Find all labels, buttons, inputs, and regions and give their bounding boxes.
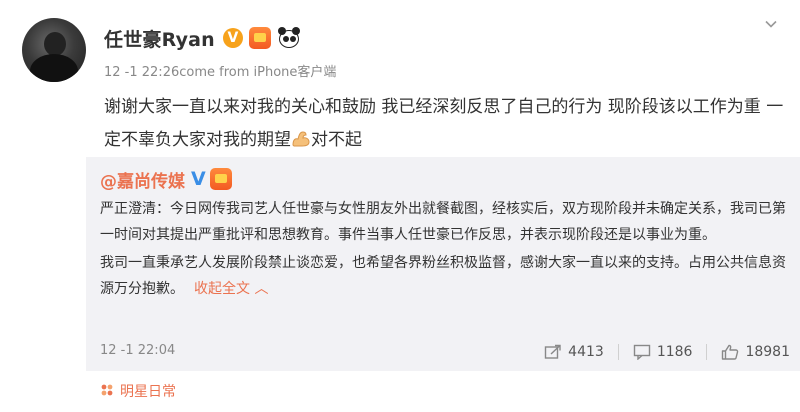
link-icon: [100, 382, 114, 401]
comment-count: 1186: [656, 344, 693, 360]
repost-stats: 4413 1186 18981: [530, 341, 790, 363]
repost-footer: 12 -1 22:04 4413 1186 18981: [100, 341, 790, 363]
weibo-post: 任世豪Ryan V 12 -1 22:26come from iPhone客户端…: [0, 0, 800, 412]
avatar-body-shape: [30, 54, 78, 82]
blue-verified-icon: V: [191, 168, 206, 190]
post-text-apology: 对不起: [311, 130, 362, 150]
post-meta: 12 -1 22:26come from iPhone客户端: [104, 65, 337, 80]
comment-count-button[interactable]: 1186: [619, 344, 707, 360]
chevron-down-icon[interactable]: [764, 16, 778, 30]
panda-icon: [277, 27, 301, 49]
like-count: 18981: [745, 344, 790, 360]
repost-paragraph-1: 严正澄清：今日网传我司艺人任世豪与女性朋友外出就餐截图，经核实后，双方现阶段并未…: [100, 201, 786, 243]
vip-badge-icon: [248, 27, 271, 49]
topic-tag[interactable]: 明星日常: [100, 381, 176, 401]
comment-icon: [633, 344, 651, 360]
share-icon: [544, 344, 562, 360]
repost-count-button[interactable]: 4413: [530, 344, 618, 360]
repost-box: @嘉尚传媒 V 严正澄清：今日网传我司艺人任世豪与女性朋友外出就餐截图，经核实后…: [86, 157, 800, 371]
topic-label: 明星日常: [120, 384, 176, 400]
repost-time[interactable]: 12 -1 22:04: [100, 343, 175, 358]
post-text: 谢谢大家一直以来对我的关心和鼓励 我已经深刻反思了自己的行为 现阶段该以工作为重…: [104, 91, 784, 157]
avatar[interactable]: [22, 18, 86, 82]
verified-icon: V: [222, 28, 243, 48]
repost-body: 严正澄清：今日网传我司艺人任世豪与女性朋友外出就餐截图，经核实后，双方现阶段并未…: [100, 196, 790, 304]
thumbs-up-icon: [721, 344, 739, 360]
repost-author-name[interactable]: @嘉尚传媒: [100, 167, 185, 192]
flexed-biceps-emoji: [291, 127, 311, 147]
repost-author-row: @嘉尚传媒 V: [100, 165, 232, 193]
author-row: 任世豪Ryan V: [104, 24, 301, 52]
repost-count: 4413: [568, 344, 604, 360]
avatar-head-shape: [44, 32, 66, 56]
repost-paragraph-2: 我司一直秉承艺人发展阶段禁止谈恋爱，也希望各界粉丝积极监督，感谢大家一直以来的支…: [100, 250, 790, 302]
vip-badge-icon: [209, 168, 232, 190]
post-text-main: 谢谢大家一直以来对我的关心和鼓励 我已经深刻反思了自己的行为 现阶段该以工作为重…: [104, 97, 784, 150]
like-count-button[interactable]: 18981: [707, 344, 790, 360]
collapse-full-text-link[interactable]: 收起全文 ︿: [194, 281, 268, 297]
author-name[interactable]: 任世豪Ryan: [104, 25, 215, 52]
